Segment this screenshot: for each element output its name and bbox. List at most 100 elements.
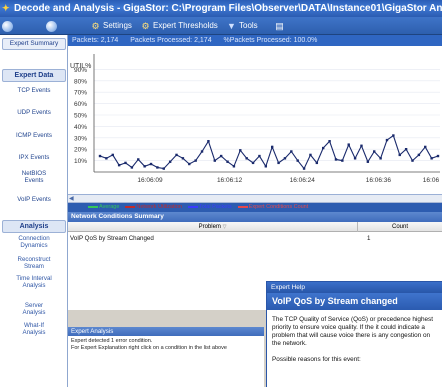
sidebar-item-what-if-analysis[interactable]: What-If Analysis xyxy=(19,322,49,336)
series-point xyxy=(149,162,153,166)
y-tick-label: 70% xyxy=(74,90,87,97)
sort-arrow-icon: ▽ xyxy=(222,224,227,230)
series-point xyxy=(398,153,401,157)
legend-item: Expert Conditions Count xyxy=(237,203,308,212)
series-point xyxy=(168,160,172,163)
series-point xyxy=(436,154,440,158)
expert-help-heading: VoIP QoS by Stream changed xyxy=(267,293,442,310)
series-point xyxy=(424,145,427,149)
series-point xyxy=(302,167,306,170)
app-icon: ✦ xyxy=(2,3,10,13)
x-tick-label: 16:06:24 xyxy=(290,177,316,184)
series-point xyxy=(404,148,408,151)
y-tick-label: 60% xyxy=(74,101,87,108)
series-point xyxy=(392,134,395,137)
sidebar-item-server-analysis[interactable]: Server Analysis xyxy=(19,302,49,316)
series-point xyxy=(194,159,197,162)
forward-button[interactable] xyxy=(46,19,59,33)
series-point xyxy=(373,150,376,153)
series-point xyxy=(328,140,331,143)
legend-label: Network Utilization xyxy=(136,204,182,210)
sidebar-item-netbios-events[interactable]: NetBIOS Events xyxy=(19,170,49,184)
sidebar-item-ipx-events[interactable]: IPX Events xyxy=(4,154,64,161)
cell-problem: VoIP QoS by Stream Changed xyxy=(70,235,154,242)
y-tick-label: 30% xyxy=(74,135,87,142)
series-point xyxy=(430,157,433,160)
series-point xyxy=(213,159,216,162)
expert-help-titlebar[interactable]: Expert Help xyxy=(267,282,442,293)
series-point xyxy=(98,154,102,158)
dropdown-arrow-icon: ▼ xyxy=(227,21,236,31)
y-tick-label: 50% xyxy=(74,113,87,120)
series-point xyxy=(366,160,370,163)
y-tick-label: 40% xyxy=(74,124,87,131)
series-point xyxy=(162,167,165,170)
sidebar-item-reconstruct-stream[interactable]: Reconstruct Stream xyxy=(14,256,54,270)
x-tick-label: 16:06:12 xyxy=(217,177,243,184)
series-point xyxy=(188,162,191,166)
series-point xyxy=(124,161,127,165)
series-point xyxy=(181,157,185,160)
column-header-count[interactable]: Count xyxy=(358,222,442,232)
series-point xyxy=(226,160,229,163)
table-row[interactable]: VoIP QoS by Stream Changed 1 xyxy=(68,234,442,243)
expert-thresholds-button[interactable]: ⚙ Expert Thresholds xyxy=(140,19,217,33)
expert-help-body: The TCP Quality of Service (QoS) or prec… xyxy=(272,316,440,372)
scroll-left-icon[interactable]: ◀ xyxy=(69,195,74,203)
series-point xyxy=(296,159,299,162)
series-point xyxy=(117,163,121,167)
y-tick-label: 90% xyxy=(74,67,87,74)
gear-icon: ⚙ xyxy=(91,21,100,31)
series-point xyxy=(283,157,287,160)
back-icon xyxy=(2,20,13,32)
y-tick-label: 20% xyxy=(74,147,87,154)
sidebar-item-icmp-events[interactable]: ICMP Events xyxy=(4,132,64,139)
series-point xyxy=(219,154,223,158)
series-point xyxy=(385,138,389,142)
y-tick-label: 10% xyxy=(74,158,87,165)
legend-label: Average xyxy=(99,204,120,210)
tab-expert-summary[interactable]: Expert Summary xyxy=(2,38,66,50)
series-point xyxy=(341,159,344,162)
sidebar-item-time-interval-analysis[interactable]: Time Interval Analysis xyxy=(16,275,52,289)
series-point xyxy=(270,145,274,149)
series-point xyxy=(245,157,248,160)
series-point xyxy=(239,149,242,152)
tools-button[interactable]: ▼ Tools xyxy=(226,19,258,33)
legend-item: Network Utilization xyxy=(125,203,182,212)
series-point xyxy=(111,153,114,157)
sidebar-item-voip-events[interactable]: VoIP Events xyxy=(4,196,64,203)
legend-swatch xyxy=(187,205,198,208)
help-button[interactable]: ▤ xyxy=(274,19,287,33)
tab-expert-data[interactable]: Expert Data xyxy=(2,69,66,82)
forward-icon xyxy=(46,20,57,32)
network-conditions-title: Network Conditions Summary xyxy=(68,212,442,222)
series-point xyxy=(130,166,134,169)
series-point xyxy=(360,144,363,147)
series-point xyxy=(232,165,236,168)
x-tick-label: 16:06:09 xyxy=(137,177,163,184)
utilization-chart-svg: UTIL%90%80%70%60%50%40%30%20%10%16:06:09… xyxy=(70,54,440,184)
series-point xyxy=(315,161,319,165)
series-point xyxy=(137,158,140,161)
window-title: Decode and Analysis - GigaStor: C:\Progr… xyxy=(14,3,442,14)
series-point xyxy=(411,159,414,162)
settings-button[interactable]: ⚙ Settings xyxy=(90,19,131,33)
sidebar-item-tcp-events[interactable]: TCP Events xyxy=(4,87,64,94)
series-point xyxy=(200,150,204,153)
back-button[interactable] xyxy=(2,19,15,33)
series-point xyxy=(258,154,261,158)
chart-horizontal-scrollbar[interactable]: ◀ xyxy=(68,195,442,203)
cell-count: 1 xyxy=(367,235,371,242)
series-point xyxy=(105,157,108,160)
series-point xyxy=(379,157,382,160)
sidebar-item-connection-dynamics[interactable]: Connection Dynamics xyxy=(14,235,54,249)
column-header-problem[interactable]: Problem ▽ xyxy=(68,222,358,232)
sidebar-item-udp-events[interactable]: UDP Events xyxy=(4,109,64,116)
packets-processed: Packets Processed: 2,174 xyxy=(130,37,212,44)
legend-item: Average xyxy=(88,203,119,212)
help-paragraph-1: The TCP Quality of Service (QoS) or prec… xyxy=(272,316,434,347)
expert-analysis-line-2: For Expert Explanation right click on a … xyxy=(71,344,227,351)
series-point xyxy=(175,153,178,157)
expert-help-window: Expert Help VoIP QoS by Stream changed T… xyxy=(266,281,442,387)
